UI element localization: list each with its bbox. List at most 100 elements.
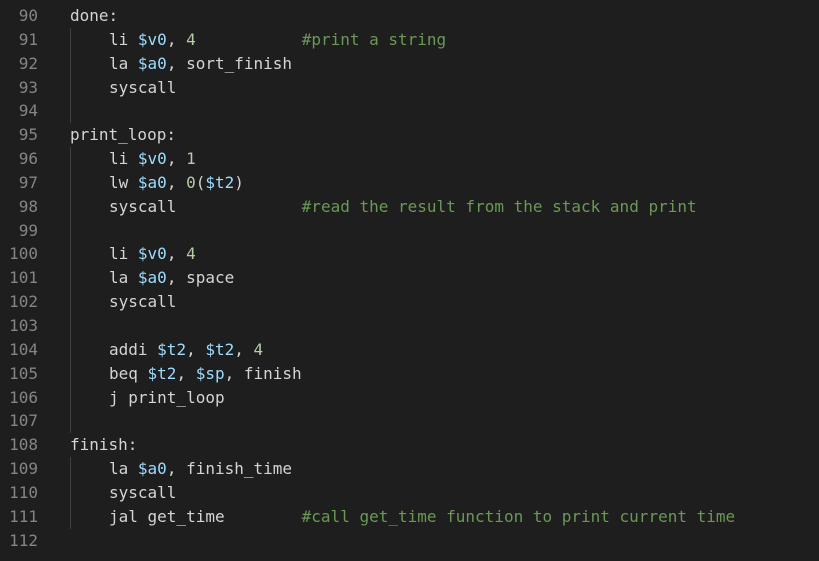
code-line[interactable]: 107 — [0, 409, 819, 434]
code-token-reg: $v0 — [137, 149, 167, 169]
line-number: 107 — [9, 411, 38, 431]
code-line[interactable]: 108 finish: — [0, 433, 819, 457]
code-line[interactable]: 111 jal get_time #call get_time function … — [0, 504, 819, 529]
code-text: beq $t2, $sp, finish — [70, 362, 302, 386]
code-token-reg: $t2 — [157, 339, 187, 359]
code-token-num: 1 — [186, 149, 196, 169]
line-number: 103 — [9, 315, 38, 335]
code-line[interactable]: 97 lw $a0, 0($t2) — [0, 170, 819, 195]
code-token-plain: , space — [166, 268, 235, 288]
code-line[interactable]: 112 — [0, 529, 819, 553]
code-line[interactable]: 94 — [0, 99, 819, 124]
code-text: j print_loop — [70, 386, 225, 410]
line-number: 94 — [18, 101, 38, 121]
line-number: 98 — [18, 196, 38, 216]
line-number: 108 — [9, 435, 38, 455]
code-token-comment: #call get_time function to print current… — [301, 506, 736, 526]
code-token-reg: $v0 — [137, 29, 167, 49]
code-token-plain: print_loop: — [70, 125, 176, 145]
code-line[interactable]: 104 addi $t2, $t2, 4 — [0, 337, 819, 362]
code-line[interactable]: 91 li $v0, 4 #print a string — [0, 27, 819, 52]
line-number: 100 — [9, 244, 38, 264]
code-token-num: 4 — [253, 339, 264, 359]
indent-guide — [70, 409, 71, 434]
indent-guide — [70, 99, 71, 124]
indent-guide — [70, 313, 71, 338]
line-number: 104 — [9, 339, 38, 359]
code-token-num: 0 — [186, 172, 196, 192]
code-token-plain: , — [166, 29, 187, 49]
code-line[interactable]: 95 print_loop: — [0, 123, 819, 147]
code-token-plain: syscall — [109, 482, 177, 502]
code-editor[interactable]: 90 done: 91 li $v0, 4 #print a string 92 la $… — [0, 0, 819, 561]
code-text: addi $t2, $t2, 4 — [70, 338, 263, 362]
code-token-plain: li — [109, 149, 138, 169]
code-text: syscall #read the result from the stack … — [70, 195, 697, 219]
line-number: 105 — [9, 363, 38, 383]
code-line[interactable]: 105 beq $t2, $sp, finish — [0, 361, 819, 386]
code-token-reg: $a0 — [137, 53, 167, 73]
line-number: 101 — [9, 268, 38, 288]
code-line[interactable]: 103 — [0, 313, 819, 338]
code-line[interactable]: 92 la $a0, sort_finish — [0, 51, 819, 76]
code-token-plain: la — [109, 459, 138, 479]
line-number: 92 — [18, 53, 38, 73]
code-token-plain: lw — [109, 172, 138, 192]
code-line[interactable]: 93 syscall — [0, 75, 819, 100]
code-text: li $v0, 1 — [70, 147, 196, 171]
code-token-plain: , — [166, 172, 187, 192]
code-token-plain: ( — [195, 172, 206, 192]
line-number: 111 — [9, 506, 38, 526]
code-token-plain: la — [109, 268, 138, 288]
line-number: 102 — [9, 292, 38, 312]
code-token-reg: $a0 — [137, 459, 167, 479]
code-line[interactable]: 106 j print_loop — [0, 385, 819, 410]
code-token-reg: $a0 — [137, 268, 167, 288]
code-line[interactable]: 101 la $a0, space — [0, 266, 819, 291]
code-token-plain: finish: — [70, 435, 138, 455]
line-number: 106 — [9, 387, 38, 407]
code-token-plain: , finish — [224, 363, 302, 383]
code-text: syscall — [70, 76, 176, 100]
code-line[interactable]: 102 syscall — [0, 290, 819, 314]
line-number: 90 — [18, 6, 38, 25]
code-token-plain: ) — [234, 172, 244, 192]
code-line[interactable]: 96 li $v0, 1 — [0, 147, 819, 171]
code-text: la $a0, finish_time — [70, 457, 292, 481]
code-token-reg: $sp — [195, 363, 225, 383]
code-line[interactable]: 98 syscall #read the result from the stac… — [0, 194, 819, 219]
code-line[interactable]: 109 la $a0, finish_time — [0, 457, 819, 481]
code-token-comment: #read the result from the stack and prin… — [301, 196, 697, 216]
indent-guide — [70, 218, 71, 243]
code-token-plain: syscall — [109, 292, 177, 312]
line-number: 99 — [18, 220, 38, 240]
code-token-num: 4 — [186, 244, 196, 264]
code-token-plain: addi — [109, 339, 158, 359]
code-token-plain: , — [166, 149, 187, 169]
code-line[interactable]: 90 done: — [0, 4, 819, 28]
code-token-plain: syscall — [109, 77, 177, 97]
code-text: syscall — [70, 481, 176, 505]
code-token-reg: $t2 — [205, 172, 235, 192]
code-token-reg: $v0 — [137, 244, 167, 264]
code-token-plain: , — [186, 339, 206, 359]
code-text: li $v0, 4 #print a string — [70, 28, 446, 52]
code-token-plain: la — [109, 53, 138, 73]
code-line[interactable]: 100 li $v0, 4 — [0, 242, 819, 267]
code-line[interactable]: 99 — [0, 218, 819, 243]
code-token-plain: li — [109, 29, 138, 49]
code-token-plain: done: — [70, 6, 119, 25]
code-token-plain: , — [176, 363, 196, 383]
code-token-plain: jal get_time — [109, 506, 225, 526]
line-number: 93 — [18, 77, 38, 97]
code-token-num: 4 — [186, 29, 196, 49]
code-token-plain: beq — [109, 363, 148, 383]
line-number: 112 — [9, 530, 38, 550]
code-text: li $v0, 4 — [70, 242, 196, 266]
code-token-plain: syscall — [109, 196, 177, 216]
code-line[interactable]: 110 syscall — [0, 480, 819, 505]
code-token-plain: , finish_time — [166, 459, 293, 479]
